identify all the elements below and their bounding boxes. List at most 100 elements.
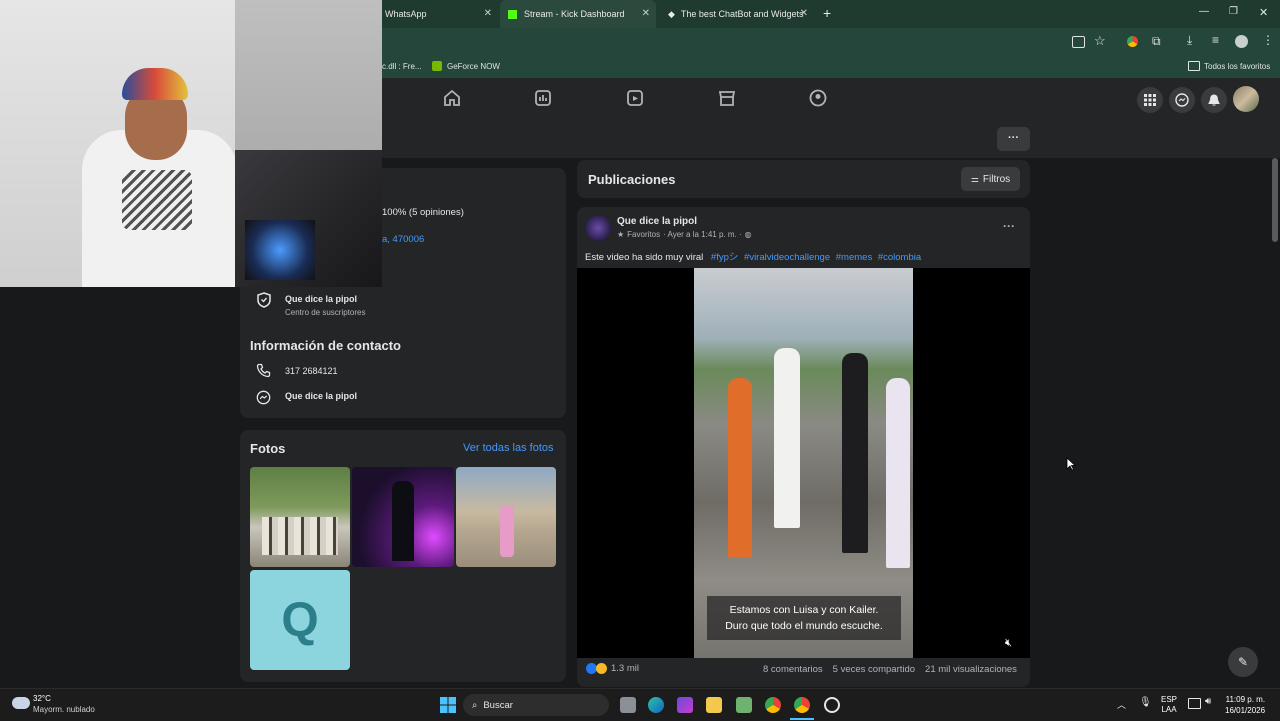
microphone-icon[interactable]: 🎙︎ [1139, 697, 1152, 708]
media-icon[interactable]: ≡ [1212, 33, 1219, 47]
tab-kick-dashboard[interactable]: Stream - Kick Dashboard ✕ [500, 0, 656, 28]
bookmark-item[interactable]: GeForce NOW [447, 62, 500, 71]
crowd-shape [262, 517, 338, 555]
menu-icon[interactable]: ⋮ [1262, 33, 1274, 47]
mute-icon[interactable]: 🔇︎ [1005, 637, 1012, 650]
tab-chatbot[interactable]: ◆ The best ChatBot and Widgets ✕ [660, 0, 814, 28]
minimize-icon[interactable]: — [1199, 6, 1209, 17]
messenger-icon[interactable] [1169, 87, 1195, 113]
reactions-summary[interactable]: 1.3 mil [586, 663, 639, 674]
shares-count[interactable]: 5 veces compartido [833, 664, 915, 675]
hashtag[interactable]: #viralvideochallenge [744, 252, 830, 263]
tab-whatsapp[interactable]: WhatsApp ✕ [378, 0, 498, 28]
globe-icon: ◍ [744, 230, 752, 239]
phone-number[interactable]: 317 2684121 [285, 366, 338, 376]
close-icon[interactable]: ✕ [800, 8, 808, 19]
all-bookmarks[interactable]: Todos los favoritos [1204, 62, 1270, 71]
messenger-contact[interactable]: Que dice la pipol [285, 391, 357, 401]
folder-icon [1188, 61, 1200, 71]
menu-grid-icon[interactable] [1137, 87, 1163, 113]
photo-thumbnail[interactable] [352, 467, 454, 567]
close-icon[interactable]: ✕ [484, 8, 492, 19]
phone-icon [256, 363, 271, 378]
video-icon[interactable] [625, 88, 645, 108]
hashtag[interactable]: #memes [836, 252, 872, 263]
views-count: 21 mil visualizaciones [925, 664, 1017, 675]
restore-icon[interactable]: ❐ [1229, 6, 1238, 17]
dashboard-icon[interactable] [533, 88, 553, 108]
hashtag[interactable]: #fypシ [711, 252, 738, 263]
file-explorer-icon[interactable] [706, 697, 722, 713]
video-player[interactable]: Estamos con Luisa y con Kailer. Duro que… [577, 268, 1030, 658]
puzzle-icon[interactable]: ⧉ [1152, 34, 1161, 49]
streamer-cap [122, 68, 188, 100]
bell-icon[interactable] [1201, 87, 1227, 113]
messenger-icon [256, 390, 271, 405]
edge-icon[interactable] [648, 697, 664, 713]
profile-avatar[interactable] [1233, 86, 1259, 112]
address-link[interactable]: a, 470006 [382, 234, 424, 245]
extension-icon[interactable] [1127, 36, 1138, 47]
geforce-icon [432, 61, 442, 71]
marketplace-icon[interactable] [717, 88, 737, 108]
shield-icon [257, 292, 271, 308]
app-icon[interactable] [736, 697, 752, 713]
new-tab-icon[interactable]: + [823, 5, 831, 21]
taskbar-search[interactable]: ⌕ Buscar [463, 694, 609, 716]
home-icon[interactable] [442, 88, 462, 108]
taskbar: 32°C Mayorm. nublado ⌕ Buscar ︿ 🎙︎ ESP L… [0, 688, 1280, 721]
weather-icon[interactable] [12, 697, 30, 709]
hashtag[interactable]: #colombia [878, 252, 921, 263]
close-icon[interactable]: ✕ [642, 8, 650, 19]
person-silhouette [728, 378, 752, 558]
tab-label: WhatsApp [385, 9, 427, 19]
edit-icon: ✎ [1237, 655, 1249, 669]
more-options-button[interactable]: ··· [997, 127, 1030, 151]
compose-message-button[interactable]: ✎ [1228, 647, 1258, 677]
bookmark-item[interactable]: c.dll : Fre... [382, 62, 422, 71]
chrome-icon[interactable] [794, 697, 810, 713]
photo-thumbnail[interactable] [250, 467, 350, 567]
person-silhouette [886, 378, 910, 568]
copilot-icon[interactable] [677, 697, 693, 713]
windows-start-icon[interactable] [440, 697, 456, 713]
cast-icon[interactable] [1072, 36, 1085, 48]
network-icon[interactable] [1188, 698, 1201, 709]
post-stats: 8 comentarios 5 veces compartido 21 mil … [763, 664, 1017, 675]
scrollbar[interactable] [1272, 158, 1278, 242]
lang-secondary: LAA [1161, 705, 1177, 714]
weather-temp[interactable]: 32°C [33, 694, 51, 703]
groups-icon[interactable] [808, 88, 828, 108]
caption-line: Estamos con Luisa y con Kailer. [729, 604, 879, 616]
logo-letter: Q [281, 593, 319, 647]
favorites-label: Favoritos [627, 230, 661, 239]
comments-count[interactable]: 8 comentarios [763, 664, 823, 675]
post-author[interactable]: Que dice la pipol [617, 216, 697, 227]
post-body: Este video ha sido muy viral [585, 252, 704, 263]
filters-button[interactable]: ⚌ Filtros [961, 167, 1020, 191]
star-icon[interactable]: ☆ [1094, 33, 1106, 49]
download-icon[interactable]: ⤓ [1187, 33, 1192, 48]
clock[interactable]: 11:09 p. m. 16/01/2026 [1225, 694, 1265, 716]
lang-primary: ESP [1161, 695, 1178, 704]
search-icon: ⌕ [472, 699, 478, 711]
post-meta: ★ Favoritos · Ayer a la 1:41 p. m. · ◍ [617, 230, 752, 239]
post-options-icon[interactable]: ··· [1003, 219, 1015, 233]
photo-thumbnail[interactable] [456, 467, 556, 567]
page-logo-thumbnail[interactable]: Q [250, 570, 350, 670]
pc-case [235, 150, 382, 287]
post-time[interactable]: · Ayer a la 1:41 p. m. · [663, 230, 742, 239]
close-window-icon[interactable]: ✕ [1259, 6, 1268, 19]
weather-desc[interactable]: Mayorm. nublado [33, 705, 95, 714]
see-all-photos-link[interactable]: Ver todas las fotos [463, 442, 554, 454]
chrome-icon[interactable] [765, 697, 781, 713]
post-text: Este video ha sido muy viral #fypシ #vira… [585, 249, 921, 263]
task-view-icon[interactable] [620, 697, 636, 713]
subscription-name[interactable]: Que dice la pipol [285, 294, 357, 304]
chevron-up-icon[interactable]: ︿ [1117, 698, 1126, 711]
profile-avatar[interactable] [1235, 35, 1248, 48]
volume-icon[interactable]: 🔊︎ [1205, 696, 1211, 707]
language-indicator[interactable]: ESP LAA [1161, 695, 1177, 715]
author-avatar[interactable] [585, 215, 611, 241]
obs-icon[interactable] [824, 697, 840, 713]
